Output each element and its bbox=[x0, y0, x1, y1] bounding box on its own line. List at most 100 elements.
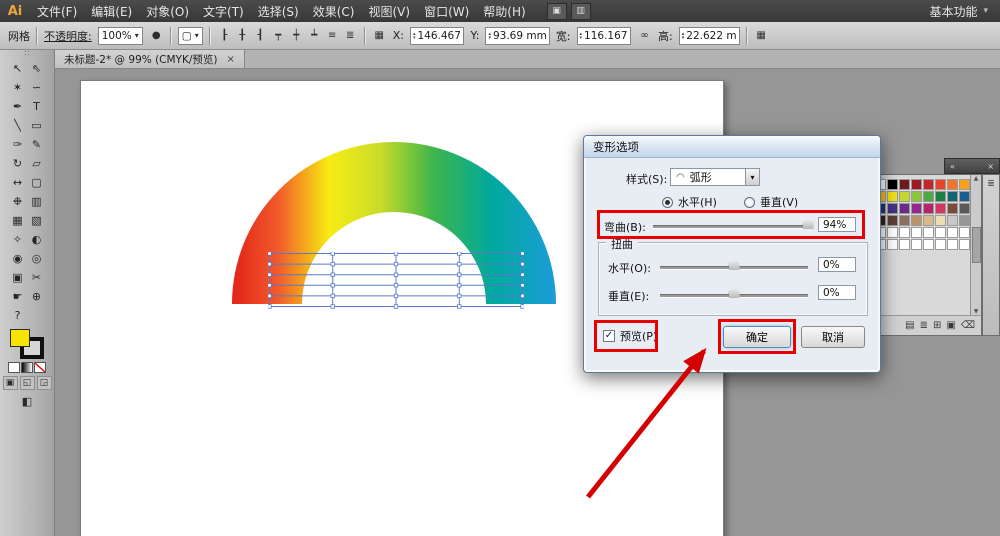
toolbar-grip[interactable]: ∷ bbox=[0, 50, 54, 59]
fill-color-box[interactable] bbox=[10, 329, 30, 347]
live-paint-selection-tool[interactable]: ◎ bbox=[27, 249, 46, 268]
swatch[interactable] bbox=[899, 179, 910, 190]
swatch[interactable] bbox=[923, 239, 934, 250]
height-stepper[interactable]: ▴▾ bbox=[682, 32, 685, 40]
canvas[interactable]: « × ▲ ▼ ▤≣⊞▣⌫ ≣ 变形选项 样式(S): ◠ 弧形 ▾ 水平(H)… bbox=[55, 68, 1000, 536]
envelope-mesh-selection[interactable] bbox=[268, 252, 524, 309]
new-group-icon[interactable]: ⊞ bbox=[933, 320, 941, 331]
swatch[interactable] bbox=[947, 179, 958, 190]
swatch[interactable] bbox=[947, 215, 958, 226]
color-button[interactable] bbox=[8, 362, 20, 373]
swatch[interactable] bbox=[935, 203, 946, 214]
bend-slider-track[interactable] bbox=[653, 225, 813, 229]
menu-item[interactable]: 选择(S) bbox=[251, 0, 306, 22]
align-icon[interactable]: ┷ bbox=[307, 30, 322, 41]
zoom-tool[interactable]: ⊕ bbox=[27, 287, 46, 306]
swatch[interactable] bbox=[887, 227, 898, 238]
bend-value-input[interactable]: 94% bbox=[818, 217, 856, 232]
graphic-style-dropdown[interactable]: ▢ ▾ bbox=[178, 27, 203, 45]
gradient-button[interactable] bbox=[21, 362, 33, 373]
swatch[interactable] bbox=[935, 179, 946, 190]
paintbrush-tool[interactable]: ✑ bbox=[8, 135, 27, 154]
swatch[interactable] bbox=[899, 239, 910, 250]
selection-tool[interactable]: ↖ bbox=[8, 59, 27, 78]
align-icon[interactable]: ┠ bbox=[217, 30, 232, 41]
align-icon[interactable]: ┨ bbox=[253, 30, 268, 41]
delete-swatch-icon[interactable]: ⌫ bbox=[961, 320, 975, 331]
rectangle-tool[interactable]: ▭ bbox=[27, 116, 46, 135]
line-segment-tool[interactable]: ╲ bbox=[8, 116, 27, 135]
mesh-tool[interactable]: ▦ bbox=[8, 211, 27, 230]
vertical-radio[interactable]: 垂直(V) bbox=[744, 194, 798, 210]
live-paint-bucket-tool[interactable]: ◉ bbox=[8, 249, 27, 268]
dialog-title[interactable]: 变形选项 bbox=[584, 136, 880, 158]
swatch[interactable] bbox=[899, 203, 910, 214]
panel-menu-icon[interactable]: ≣ bbox=[987, 179, 995, 189]
pen-tool[interactable]: ✒ bbox=[8, 97, 27, 116]
swatch[interactable] bbox=[887, 191, 898, 202]
swatch[interactable] bbox=[899, 227, 910, 238]
direct-selection-tool[interactable]: ⇖ bbox=[27, 59, 46, 78]
swatch[interactable] bbox=[935, 239, 946, 250]
eyedropper-tool[interactable]: ✧ bbox=[8, 230, 27, 249]
swatch[interactable] bbox=[959, 215, 970, 226]
close-icon[interactable]: × bbox=[987, 162, 994, 171]
swatch[interactable] bbox=[911, 227, 922, 238]
swatch[interactable] bbox=[947, 227, 958, 238]
preview-checkbox[interactable]: ✓ 预览(P) bbox=[603, 328, 657, 344]
workspace-switcher[interactable]: 基本功能 ▾ bbox=[929, 3, 988, 20]
align-icon[interactable]: ┯ bbox=[271, 30, 286, 41]
menu-item[interactable]: 编辑(E) bbox=[84, 0, 139, 22]
swatch[interactable] bbox=[887, 215, 898, 226]
scrollbar-thumb[interactable] bbox=[972, 227, 981, 263]
gradient-tool[interactable]: ▧ bbox=[27, 211, 46, 230]
y-input[interactable]: ▴▾ 93.69 mm bbox=[485, 27, 549, 45]
draw-mode-icon[interactable]: ◱ bbox=[20, 376, 35, 390]
menu-item[interactable]: 窗口(W) bbox=[417, 0, 476, 22]
new-swatch-icon[interactable]: ▣ bbox=[946, 320, 955, 331]
bend-slider-thumb[interactable] bbox=[803, 218, 814, 229]
opacity-label[interactable]: 不透明度: bbox=[44, 28, 92, 44]
scroll-down-icon[interactable]: ▼ bbox=[974, 308, 979, 315]
libraries-icon[interactable]: ▤ bbox=[905, 320, 914, 331]
swatch[interactable] bbox=[947, 191, 958, 202]
swatch[interactable] bbox=[923, 191, 934, 202]
swatch[interactable] bbox=[911, 239, 922, 250]
menu-item[interactable]: 视图(V) bbox=[361, 0, 417, 22]
swatch[interactable] bbox=[959, 203, 970, 214]
swatch[interactable] bbox=[911, 179, 922, 190]
align-icon[interactable]: ┿ bbox=[289, 30, 304, 41]
scale-tool[interactable]: ▱ bbox=[27, 154, 46, 173]
style-dropdown[interactable]: ◠ 弧形 bbox=[670, 168, 746, 186]
align-icon[interactable]: ≣ bbox=[343, 30, 358, 41]
constrain-proportions-icon[interactable]: ∞ bbox=[637, 30, 652, 41]
swatch[interactable] bbox=[899, 191, 910, 202]
reference-point-icon[interactable]: ▦ bbox=[372, 30, 387, 41]
menu-item[interactable]: 帮助(H) bbox=[476, 0, 532, 22]
width-input[interactable]: ▴▾ 116.167 bbox=[577, 27, 632, 45]
collapsed-dock-strip[interactable]: ≣ bbox=[982, 174, 1000, 336]
swatch[interactable] bbox=[911, 215, 922, 226]
align-icon[interactable]: ╂ bbox=[235, 30, 250, 41]
free-transform-tool[interactable]: ▢ bbox=[27, 173, 46, 192]
none-button[interactable] bbox=[34, 362, 46, 373]
close-icon[interactable]: × bbox=[227, 54, 235, 65]
menu-item[interactable]: 文件(F) bbox=[30, 0, 84, 22]
style-dropdown-arrow[interactable]: ▾ bbox=[745, 168, 760, 186]
help-tool[interactable]: ? bbox=[8, 306, 27, 325]
swatch[interactable] bbox=[947, 203, 958, 214]
height-input[interactable]: ▴▾ 22.622 m bbox=[679, 27, 740, 45]
ok-button[interactable]: 确定 bbox=[723, 326, 791, 348]
swatch[interactable] bbox=[947, 239, 958, 250]
swatch[interactable] bbox=[935, 215, 946, 226]
recolor-artwork-icon[interactable]: ● bbox=[149, 30, 164, 41]
draw-mode-icon[interactable]: ▣ bbox=[3, 376, 18, 390]
app-logo[interactable]: Ai bbox=[0, 4, 30, 19]
width-stepper[interactable]: ▴▾ bbox=[580, 32, 583, 40]
hand-tool[interactable]: ☛ bbox=[8, 287, 27, 306]
collapse-panels-icon[interactable]: « bbox=[950, 162, 955, 171]
magic-wand-tool[interactable]: ✶ bbox=[8, 78, 27, 97]
menu-item[interactable]: 文字(T) bbox=[196, 0, 251, 22]
lasso-tool[interactable]: ∽ bbox=[27, 78, 46, 97]
distort-vertical-input[interactable]: 0% bbox=[818, 285, 856, 300]
